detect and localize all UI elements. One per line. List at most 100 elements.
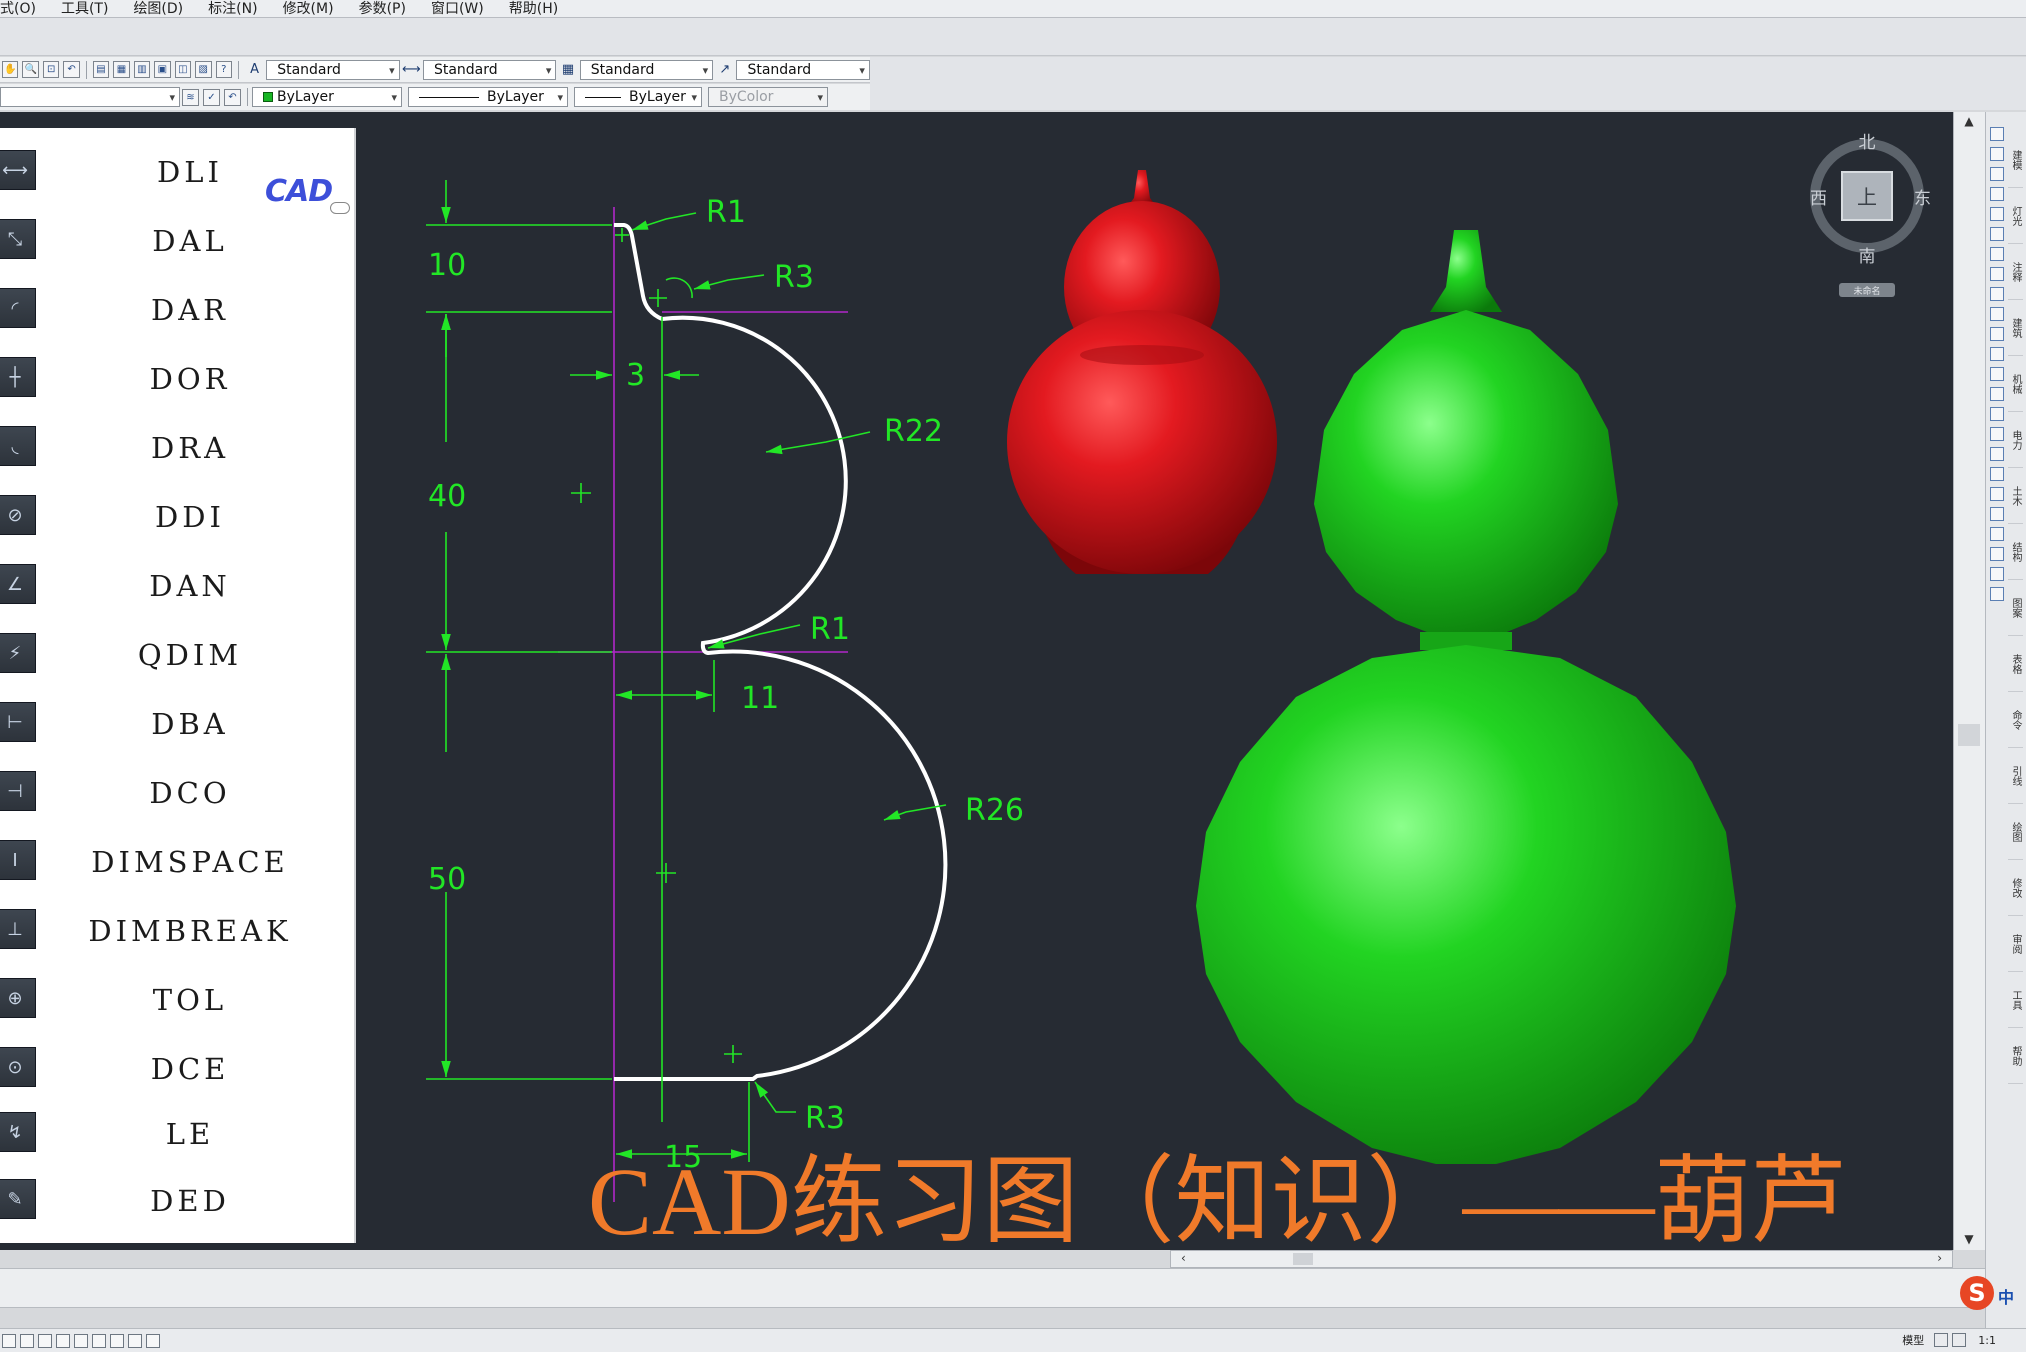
- command-row[interactable]: ⊥ DIMBREAK: [0, 901, 356, 961]
- menu-window[interactable]: 窗口(W): [419, 0, 497, 18]
- palette-tab[interactable]: 灯光: [2008, 188, 2023, 244]
- palette-tab[interactable]: 注释: [2008, 244, 2023, 300]
- help-icon[interactable]: ?: [215, 61, 232, 78]
- chamfer-icon[interactable]: [1990, 387, 2004, 401]
- polar-icon[interactable]: [56, 1333, 70, 1348]
- tool-palettes-icon[interactable]: ▥: [133, 61, 151, 78]
- command-line[interactable]: [0, 1268, 1985, 1308]
- compass-south[interactable]: 南: [1859, 247, 1876, 267]
- menu-modify[interactable]: 修改(M): [271, 0, 347, 18]
- menu-parametric[interactable]: 参数(P): [347, 0, 419, 18]
- palette-tab[interactable]: 电力: [2008, 412, 2023, 468]
- command-row[interactable]: ⊢ DBA: [0, 694, 356, 754]
- join-icon[interactable]: [1990, 367, 2004, 381]
- scale-icon[interactable]: [1990, 267, 2004, 281]
- palette-tab[interactable]: 引线: [2008, 748, 2023, 804]
- command-row[interactable]: ∠ DAN: [0, 556, 356, 616]
- otrack-icon[interactable]: [92, 1333, 106, 1348]
- menu-help[interactable]: 帮助(H): [497, 0, 571, 18]
- multileader-style-select[interactable]: Standard ▾: [736, 59, 870, 80]
- palette-tab[interactable]: 工具: [2008, 972, 2023, 1028]
- model-tab[interactable]: 模型: [1902, 1332, 1924, 1348]
- command-row[interactable]: ◜ DAR: [0, 280, 356, 340]
- command-row[interactable]: ⊕ TOL: [0, 970, 356, 1030]
- ducs-icon[interactable]: [110, 1333, 124, 1348]
- color-select[interactable]: ByLayer ▾: [252, 87, 402, 107]
- stretch-icon[interactable]: [1990, 287, 2004, 301]
- drawing-svg[interactable]: 10 40 50 3 11 15 R1 R3 R22 R1 R26 R3 CAD…: [356, 112, 1953, 1250]
- scroll-left-icon[interactable]: ‹: [1181, 1251, 1186, 1265]
- layout-icon[interactable]: [1934, 1333, 1949, 1347]
- dyn-icon[interactable]: [128, 1333, 142, 1348]
- compass-east[interactable]: 东: [1914, 189, 1931, 209]
- send-back-icon[interactable]: [1990, 547, 2004, 561]
- ime-language[interactable]: 中: [1998, 1284, 2014, 1308]
- palette-tab[interactable]: 机械: [2008, 356, 2023, 412]
- bring-front-icon[interactable]: [1990, 527, 2004, 541]
- layer-previous-icon[interactable]: ↶: [224, 88, 241, 106]
- zoom-realtime-icon[interactable]: 🔍: [22, 61, 39, 78]
- layer-properties-icon[interactable]: ≋: [182, 88, 199, 106]
- spline-edit-icon[interactable]: [1990, 467, 2004, 481]
- draw-order-icon[interactable]: [1990, 507, 2004, 521]
- offset-icon[interactable]: [1990, 187, 2004, 201]
- rotate-icon[interactable]: [1990, 247, 2004, 261]
- explode-icon[interactable]: [1990, 427, 2004, 441]
- fillet-icon[interactable]: [1990, 407, 2004, 421]
- calculator-icon[interactable]: ▧: [195, 61, 212, 78]
- menu-draw[interactable]: 绘图(D): [121, 0, 196, 18]
- vertical-scrollbar[interactable]: ▲ ▼: [1953, 112, 1985, 1250]
- compass-west[interactable]: 西: [1810, 189, 1827, 209]
- menu-dimension[interactable]: 标注(N): [196, 0, 270, 18]
- palette-tab[interactable]: 绘图: [2008, 804, 2023, 860]
- copy-icon[interactable]: [1990, 147, 2004, 161]
- command-row[interactable]: ⊣ DCO: [0, 763, 356, 823]
- zoom-window-icon[interactable]: ⊡: [42, 61, 60, 78]
- erase-icon[interactable]: [1990, 127, 2004, 141]
- command-row[interactable]: ┼ DOR: [0, 349, 356, 409]
- palette-tab[interactable]: 结构: [2008, 524, 2023, 580]
- hatch-edit-icon[interactable]: [1990, 487, 2004, 501]
- palette-tab[interactable]: 命令: [2008, 692, 2023, 748]
- scroll-thumb[interactable]: [1293, 1253, 1313, 1265]
- sheet-set-icon[interactable]: ▣: [154, 61, 171, 78]
- palette-tab[interactable]: 审阅: [2008, 916, 2023, 972]
- table-style-select[interactable]: Standard ▾: [579, 59, 714, 80]
- command-row[interactable]: ⊘ DDI: [0, 487, 356, 547]
- palette-tab[interactable]: 表格: [2008, 636, 2023, 692]
- dim-style-select[interactable]: Standard ▾: [422, 59, 557, 80]
- break-icon[interactable]: [1990, 347, 2004, 361]
- compass-north[interactable]: 北: [1859, 133, 1876, 153]
- palette-tab[interactable]: 建模: [2008, 132, 2023, 188]
- pan-icon[interactable]: ✋: [2, 61, 19, 78]
- snap-icon[interactable]: [2, 1333, 16, 1348]
- trim-icon[interactable]: [1990, 307, 2004, 321]
- scroll-down-icon[interactable]: ▼: [1954, 1232, 1984, 1246]
- lineweight-select[interactable]: ByLayer ▾: [574, 87, 702, 107]
- command-row[interactable]: Ⅰ DIMSPACE: [0, 832, 356, 892]
- command-row[interactable]: ⤡ DAL: [0, 211, 356, 271]
- palette-tab[interactable]: 土木: [2008, 468, 2023, 524]
- osnap-icon[interactable]: [74, 1333, 88, 1348]
- menu-format[interactable]: 式(O): [0, 0, 49, 18]
- dims-front-icon[interactable]: [1990, 587, 2004, 601]
- command-row[interactable]: ✎ DED: [0, 1171, 356, 1231]
- palette-tab[interactable]: 建筑: [2008, 300, 2023, 356]
- mirror-icon[interactable]: [1990, 167, 2004, 181]
- design-center-icon[interactable]: ▦: [113, 61, 130, 78]
- markup-icon[interactable]: ◫: [174, 61, 192, 78]
- menu-tools[interactable]: 工具(T): [49, 0, 121, 18]
- move-icon[interactable]: [1990, 227, 2004, 241]
- quick-view-icon[interactable]: [1952, 1333, 1967, 1347]
- polyline-edit-icon[interactable]: [1990, 447, 2004, 461]
- lineweight-icon[interactable]: [146, 1333, 160, 1348]
- command-row[interactable]: ⟷ DLI: [0, 142, 356, 202]
- ortho-icon[interactable]: [38, 1333, 52, 1348]
- palette-tab[interactable]: 修改: [2008, 860, 2023, 916]
- palette-tab[interactable]: 图案: [2008, 580, 2023, 636]
- grid-icon[interactable]: [20, 1333, 34, 1348]
- zoom-previous-icon[interactable]: ↶: [63, 61, 80, 78]
- palette-tab[interactable]: 帮助: [2008, 1028, 2023, 1084]
- horizontal-scrollbar[interactable]: ‹ ›: [1170, 1250, 1953, 1268]
- command-row[interactable]: ⊙ DCE: [0, 1039, 356, 1099]
